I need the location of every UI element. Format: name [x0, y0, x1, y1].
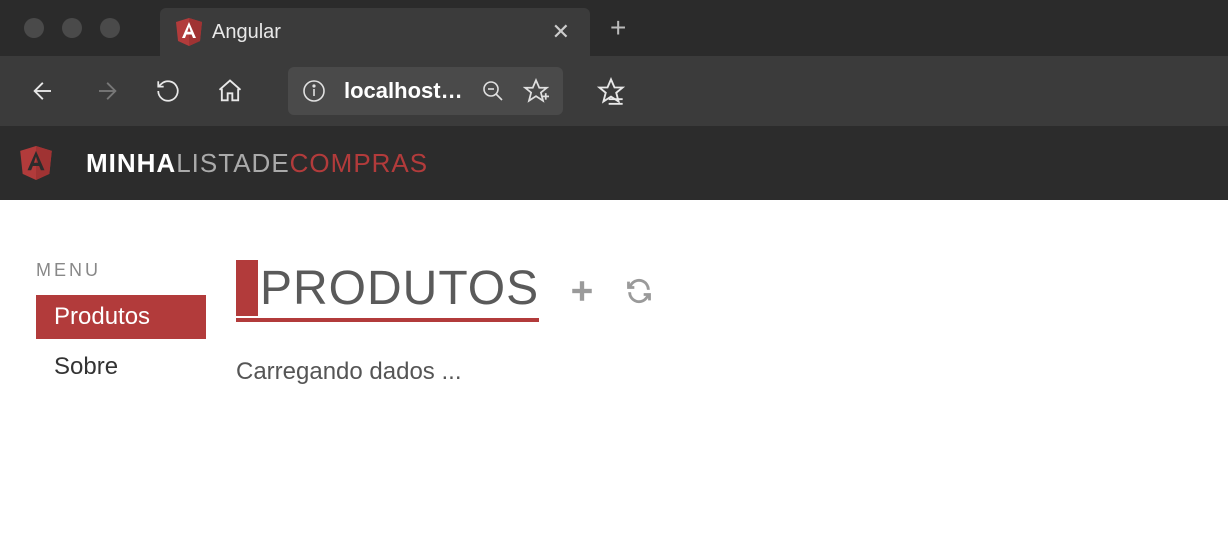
title-accent-bar: [236, 260, 258, 316]
main-content: MENU Produtos Sobre PRODUTOS Carregando …: [0, 200, 1228, 455]
main-panel: PRODUTOS Carregando dados ...: [236, 260, 1192, 395]
tab-strip: Angular ✕ +: [0, 0, 1228, 56]
page-title-block: PRODUTOS: [236, 260, 539, 322]
refresh-list-button[interactable]: [625, 277, 653, 305]
home-button[interactable]: [216, 77, 244, 105]
refresh-button[interactable]: [154, 77, 182, 105]
menu-heading: MENU: [36, 260, 206, 281]
site-info-icon[interactable]: [302, 79, 326, 103]
brand-part1: MINHA: [86, 148, 176, 178]
brand-part2: LISTADE: [176, 148, 289, 178]
window-maximize-dot[interactable]: [100, 18, 120, 38]
add-button[interactable]: [569, 278, 595, 304]
address-text: localhost…: [344, 78, 463, 104]
close-tab-icon[interactable]: ✕: [548, 15, 574, 49]
window-controls: [24, 18, 120, 38]
sidebar-item-produtos[interactable]: Produtos: [36, 295, 206, 339]
angular-logo-icon: [20, 146, 52, 180]
address-bar[interactable]: localhost…: [288, 67, 563, 115]
browser-chrome: Angular ✕ + localhost…: [0, 0, 1228, 126]
new-tab-button[interactable]: +: [590, 12, 646, 44]
sidebar-item-sobre[interactable]: Sobre: [36, 345, 206, 389]
favorites-icon[interactable]: [597, 77, 625, 105]
page-title-row: PRODUTOS: [236, 260, 1192, 322]
brand-part3: COMPRAS: [290, 148, 428, 178]
window-close-dot[interactable]: [24, 18, 44, 38]
forward-button[interactable]: [92, 77, 120, 105]
browser-tab[interactable]: Angular ✕: [160, 8, 590, 56]
tab-title: Angular: [212, 21, 538, 44]
angular-favicon-icon: [176, 18, 202, 46]
app-header: MINHALISTADECOMPRAS: [0, 126, 1228, 200]
browser-toolbar: localhost…: [0, 56, 1228, 126]
sidebar: MENU Produtos Sobre: [36, 260, 206, 395]
add-favorite-icon[interactable]: [523, 78, 549, 104]
page-title: PRODUTOS: [258, 261, 539, 316]
brand-title: MINHALISTADECOMPRAS: [86, 148, 428, 179]
status-text: Carregando dados ...: [236, 358, 1192, 386]
back-button[interactable]: [30, 77, 58, 105]
window-minimize-dot[interactable]: [62, 18, 82, 38]
zoom-out-icon[interactable]: [481, 79, 505, 103]
